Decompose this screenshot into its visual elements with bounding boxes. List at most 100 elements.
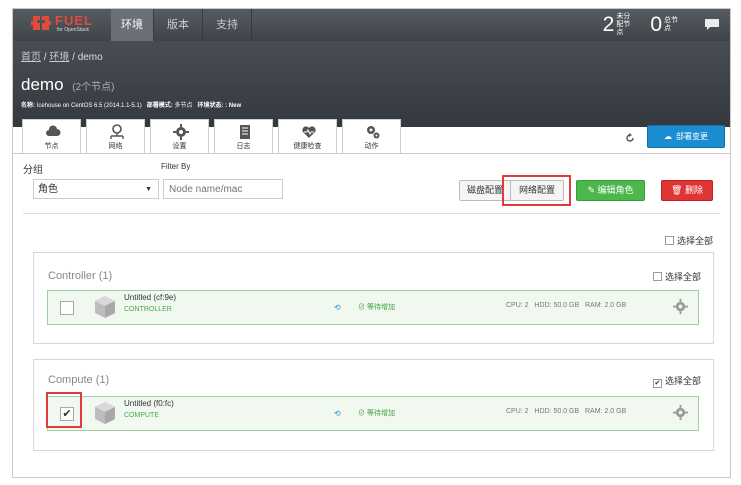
node-ram: RAM: 2.0 GB xyxy=(585,302,627,309)
pencil-icon: ✎ xyxy=(587,185,595,195)
fuel-logo-icon xyxy=(31,16,51,30)
env-mode-value: 多节点 xyxy=(174,103,193,109)
breadcrumb-separator: / xyxy=(72,52,75,63)
total-nodes-counter[interactable]: 0 总节点 xyxy=(650,13,684,37)
group-select-all[interactable]: ✔ 选择全部 xyxy=(652,374,701,388)
node-refresh-icon[interactable]: ⟲ xyxy=(334,303,341,312)
group-select-all-label: 选择全部 xyxy=(664,272,701,282)
gear-icon xyxy=(173,124,189,140)
fuel-logo[interactable]: FUEL for OpenStack xyxy=(31,12,103,38)
node-cpu: CPU: 2 xyxy=(506,302,529,309)
tab-settings[interactable]: 设置 xyxy=(150,119,209,154)
node-hdd: HDD: 50.0 GB xyxy=(534,302,580,309)
edit-roles-button[interactable]: ✎ 编辑角色 xyxy=(576,180,645,201)
env-name-label: 名称: xyxy=(21,103,35,109)
tab-network-label: 网络 xyxy=(108,143,123,150)
pending-icon: ⊘ xyxy=(358,304,365,311)
node-settings-gear-icon[interactable] xyxy=(673,405,688,420)
group-select-all-checkbox[interactable] xyxy=(652,272,662,281)
toolbar-divider xyxy=(23,213,720,214)
logo-tagline: for OpenStack xyxy=(57,27,89,33)
nav-tab-support[interactable]: 支持 xyxy=(203,9,252,41)
tab-actions-label: 动作 xyxy=(364,143,379,150)
environment-header: 首页 / 环境 / demo demo (2个节点) 名称: Icehouse … xyxy=(13,41,730,127)
node-ram: RAM: 2.0 GB xyxy=(585,408,627,415)
node-role: COMPUTE xyxy=(124,412,159,419)
tab-health-check[interactable]: 健康检查 xyxy=(278,119,337,154)
tab-logs[interactable]: 日志 xyxy=(214,119,273,154)
node-name: Untitled (f0:fc) xyxy=(124,399,174,408)
node-cpu: CPU: 2 xyxy=(506,408,529,415)
filter-input[interactable] xyxy=(163,179,283,199)
grouping-label: 分组 xyxy=(23,165,43,176)
deploy-changes-label: 部署变更 xyxy=(676,132,708,141)
top-navbar: FUEL for OpenStack 环境 版本 支持 2 未分配节点 0 总节… xyxy=(13,9,730,41)
group-title: Controller (1) xyxy=(48,270,113,282)
node-name: Untitled (cf:9e) xyxy=(124,293,177,302)
network-config-highlight xyxy=(502,175,571,206)
deploy-changes-button[interactable]: ☁ 部署变更 xyxy=(647,125,725,148)
total-nodes-count: 0 xyxy=(650,13,662,36)
node-status-label: 等待增加 xyxy=(366,304,395,311)
tab-nodes-label: 节点 xyxy=(44,143,59,150)
node-group-controller: Controller (1) 选择全部 Untitled (cf:9e) CON… xyxy=(33,252,714,344)
node-refresh-icon[interactable]: ⟲ xyxy=(334,409,341,418)
gears-icon xyxy=(367,126,380,139)
breadcrumb-environments-link[interactable]: 环境 xyxy=(49,52,69,63)
tab-actions[interactable]: 动作 xyxy=(342,119,401,154)
cloud-upload-icon: ☁ xyxy=(664,132,672,141)
node-checkbox[interactable] xyxy=(60,301,74,315)
nodes-panel: 分组 Filter By 角色 ▼ 磁盘配置 网络配置 ✎ 编辑角色 🗑 删除 … xyxy=(13,153,730,477)
node-status: ⊘ 等待增加 xyxy=(358,302,395,312)
edit-roles-label: 编辑角色 xyxy=(597,185,634,195)
select-all-checkbox[interactable] xyxy=(664,236,674,245)
environment-name: demo xyxy=(21,75,64,94)
delete-button[interactable]: 🗑 删除 xyxy=(661,180,713,201)
breadcrumb-separator: / xyxy=(43,52,47,63)
pending-icon: ⊘ xyxy=(358,410,365,417)
node-role: CONTROLLER xyxy=(124,306,172,313)
node-status: ⊘ 等待增加 xyxy=(358,408,395,418)
refresh-icon[interactable] xyxy=(625,133,635,143)
group-select-all-checkbox[interactable]: ✔ xyxy=(652,379,662,388)
nav-tab-releases[interactable]: 版本 xyxy=(154,9,203,41)
select-all-label: 选择全部 xyxy=(676,236,713,246)
delete-label: 删除 xyxy=(684,185,703,195)
select-all-nodes[interactable]: 选择全部 xyxy=(664,234,713,247)
heart-icon xyxy=(302,126,316,138)
node-row[interactable]: ✔ Untitled (f0:fc) COMPUTE ⟲ ⊘ 等待增加 CPU:… xyxy=(47,396,699,431)
tab-network[interactable]: 网络 xyxy=(86,119,145,154)
group-select-all[interactable]: 选择全部 xyxy=(652,270,701,283)
env-name-value: Icehouse on CentOS 6.5 (2014.1.1-5.1) xyxy=(36,103,142,109)
breadcrumb: 首页 / 环境 / demo xyxy=(21,48,103,63)
caret-down-icon: ▼ xyxy=(145,186,152,193)
env-status-label: 环境状态: xyxy=(197,103,224,109)
tab-settings-label: 设置 xyxy=(172,143,187,150)
node-row[interactable]: Untitled (cf:9e) CONTROLLER ⟲ ⊘ 等待增加 CPU… xyxy=(47,290,699,325)
server-icon xyxy=(95,402,115,424)
document-icon xyxy=(240,125,250,139)
unallocated-nodes-label: 未分配节点 xyxy=(616,13,631,36)
cloud-icon xyxy=(46,125,61,136)
unallocated-nodes-count: 2 xyxy=(602,13,615,36)
group-title: Compute (1) xyxy=(48,374,110,386)
filter-label: Filter By xyxy=(161,162,191,171)
tab-logs-label: 日志 xyxy=(236,143,251,150)
environment-title: demo (2个节点) xyxy=(21,75,115,95)
node-settings-gear-icon[interactable] xyxy=(673,299,688,314)
server-icon xyxy=(95,296,115,318)
logo-brand: FUEL xyxy=(55,13,93,28)
grouping-select[interactable]: 角色 ▼ xyxy=(33,179,159,199)
breadcrumb-home-link[interactable]: 首页 xyxy=(21,52,41,63)
notifications-icon[interactable] xyxy=(704,18,720,31)
env-mode-label: 部署模式: xyxy=(146,103,173,109)
tab-health-check-label: 健康检查 xyxy=(293,143,322,150)
env-status-value: : New xyxy=(225,103,242,109)
group-select-all-label: 选择全部 xyxy=(664,376,701,386)
tab-nodes[interactable]: 节点 xyxy=(22,119,81,154)
environment-node-count: (2个节点) xyxy=(72,82,115,93)
unallocated-nodes-counter[interactable]: 2 未分配节点 xyxy=(603,13,637,37)
node-hdd: HDD: 50.0 GB xyxy=(534,408,580,415)
nav-tab-environments[interactable]: 环境 xyxy=(111,9,154,41)
node-group-compute: Compute (1) ✔ 选择全部 ✔ Untitled (f0:fc) COM… xyxy=(33,359,714,451)
